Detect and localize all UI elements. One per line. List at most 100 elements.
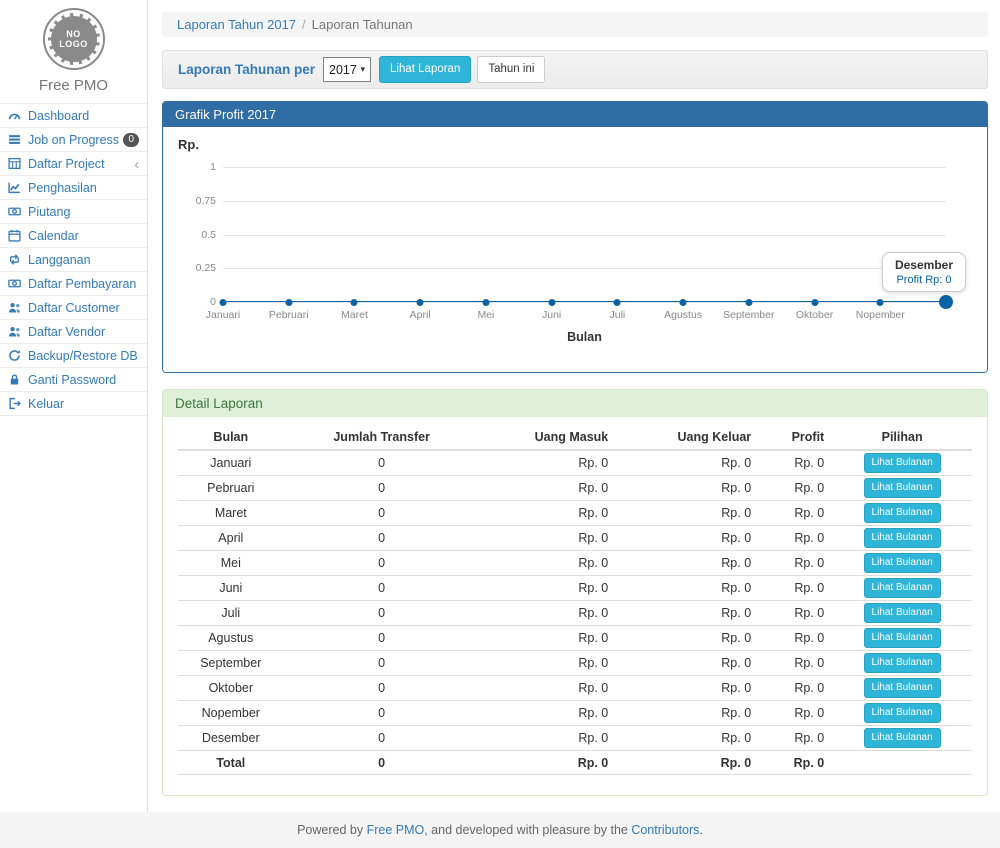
detail-panel-body: Bulan Jumlah Transfer Uang Masuk Uang Ke… [163,417,987,795]
sidebar-item-ganti-password[interactable]: Ganti Password [0,368,147,392]
column-header-uang-masuk: Uang Masuk [480,425,617,450]
lihat-bulanan-button[interactable]: Lihat Bulanan [864,703,941,723]
cell-pilihan: Lihat Bulanan [832,551,972,576]
cell-uang-keluar: Rp. 0 [616,676,759,701]
table-row: Juli0Rp. 0Rp. 0Rp. 0Lihat Bulanan [178,601,972,626]
app-logo: NO LOGO [43,8,105,70]
data-point[interactable] [939,295,953,309]
cell-pilihan: Lihat Bulanan [832,701,972,726]
cell-uang-masuk: Rp. 0 [480,551,617,576]
sidebar-item-langganan[interactable]: Langganan [0,248,147,272]
breadcrumb-link-laporan-tahun[interactable]: Laporan Tahun 2017 [177,17,296,32]
cell-pilihan: Lihat Bulanan [832,651,972,676]
y-tick-label: 1 [178,161,216,173]
sidebar-item-job-on-progress[interactable]: Job on Progress 0 [0,128,147,152]
sidebar-item-backup-restore-db[interactable]: Backup/Restore DB [0,344,147,368]
data-point[interactable] [548,299,555,306]
cell-uang-keluar: Rp. 0 [616,526,759,551]
cell-jumlah-transfer: 0 [284,501,480,526]
sidebar-item-keluar[interactable]: Keluar [0,392,147,416]
x-tick-label: Nopember [856,309,905,321]
sidebar-item-label: Daftar Vendor [28,325,105,339]
sidebar: NO LOGO Free PMO Dashboard Job on Progre… [0,0,148,812]
cell-uang-masuk: Rp. 0 [480,651,617,676]
sidebar-item-daftar-pembayaran[interactable]: Daftar Pembayaran [0,272,147,296]
data-point[interactable] [877,299,884,306]
sidebar-item-dashboard[interactable]: Dashboard [0,104,147,128]
sidebar-item-penghasilan[interactable]: Penghasilan [0,176,147,200]
lihat-bulanan-button[interactable]: Lihat Bulanan [864,553,941,573]
filter-label: Laporan Tahunan per [178,62,315,77]
lihat-laporan-button[interactable]: Lihat Laporan [379,56,471,82]
lihat-bulanan-button[interactable]: Lihat Bulanan [864,603,941,623]
table-row: Juni0Rp. 0Rp. 0Rp. 0Lihat Bulanan [178,576,972,601]
chart-panel-title: Grafik Profit 2017 [163,102,987,127]
y-tick-label: 0.25 [178,262,216,274]
lihat-bulanan-button[interactable]: Lihat Bulanan [864,578,941,598]
data-point[interactable] [417,299,424,306]
cell-uang-keluar: Rp. 0 [616,626,759,651]
x-tick-label: Juni [542,309,561,321]
cell-jumlah-transfer: 0 [284,651,480,676]
sidebar-item-daftar-project[interactable]: Daftar Project ‹ [0,152,147,176]
cell-jumlah-transfer: 0 [284,450,480,476]
cell-bulan: Juni [178,576,284,601]
cell-profit: Rp. 0 [759,626,832,651]
data-point[interactable] [285,299,292,306]
cell-uang-keluar: Rp. 0 [616,576,759,601]
data-point[interactable] [680,299,687,306]
year-select[interactable]: 2017 ▾ [323,57,371,82]
sidebar-item-label: Calendar [28,229,79,243]
sidebar-item-daftar-vendor[interactable]: Daftar Vendor [0,320,147,344]
data-point[interactable] [811,299,818,306]
lihat-bulanan-button[interactable]: Lihat Bulanan [864,503,941,523]
lihat-bulanan-button[interactable]: Lihat Bulanan [864,653,941,673]
cell-bulan: Desember [178,726,284,751]
money-icon [8,277,23,290]
cell-pilihan: Lihat Bulanan [832,526,972,551]
users-icon [8,301,23,314]
data-point[interactable] [482,299,489,306]
money-icon [8,205,23,218]
cell-uang-keluar: Rp. 0 [616,601,759,626]
data-point[interactable] [351,299,358,306]
cell-bulan: April [178,526,284,551]
contributors-link[interactable]: Contributors [631,823,699,837]
free-pmo-link[interactable]: Free PMO [367,823,425,837]
x-tick-label: Pebruari [269,309,309,321]
lihat-bulanan-button[interactable]: Lihat Bulanan [864,478,941,498]
data-point[interactable] [220,299,227,306]
table-row: Desember0Rp. 0Rp. 0Rp. 0Lihat Bulanan [178,726,972,751]
cell-total-label: Total [178,751,284,775]
lihat-bulanan-button[interactable]: Lihat Bulanan [864,453,941,473]
tahun-ini-button[interactable]: Tahun ini [477,56,545,82]
lihat-bulanan-button[interactable]: Lihat Bulanan [864,528,941,548]
calendar-icon [8,229,23,242]
cell-profit: Rp. 0 [759,726,832,751]
data-point[interactable] [745,299,752,306]
sidebar-item-calendar[interactable]: Calendar [0,224,147,248]
cell-bulan: Pebruari [178,476,284,501]
cell-profit: Rp. 0 [759,450,832,476]
y-tick-label: 0.5 [178,229,216,241]
x-tick-label: April [410,309,431,321]
detail-table-body: Januari0Rp. 0Rp. 0Rp. 0Lihat BulananPebr… [178,450,972,751]
page: NO LOGO Free PMO Dashboard Job on Progre… [0,0,1000,848]
x-tick-label: Agustus [664,309,702,321]
cell-profit: Rp. 0 [759,501,832,526]
sidebar-item-piutang[interactable]: Piutang [0,200,147,224]
lihat-bulanan-button[interactable]: Lihat Bulanan [864,728,941,748]
sidebar-item-label: Penghasilan [28,181,97,195]
lihat-bulanan-button[interactable]: Lihat Bulanan [864,628,941,648]
sidebar-item-daftar-customer[interactable]: Daftar Customer [0,296,147,320]
gridline [223,167,946,168]
cell-uang-masuk: Rp. 0 [480,601,617,626]
data-point[interactable] [614,299,621,306]
logo-text-line1: NO [66,29,81,39]
x-tick-label: Juli [609,309,625,321]
cell-bulan: Mei [178,551,284,576]
cell-uang-masuk: Rp. 0 [480,526,617,551]
lihat-bulanan-button[interactable]: Lihat Bulanan [864,678,941,698]
table-header-row: Bulan Jumlah Transfer Uang Masuk Uang Ke… [178,425,972,450]
footer: Powered by Free PMO, and developed with … [0,812,1000,848]
